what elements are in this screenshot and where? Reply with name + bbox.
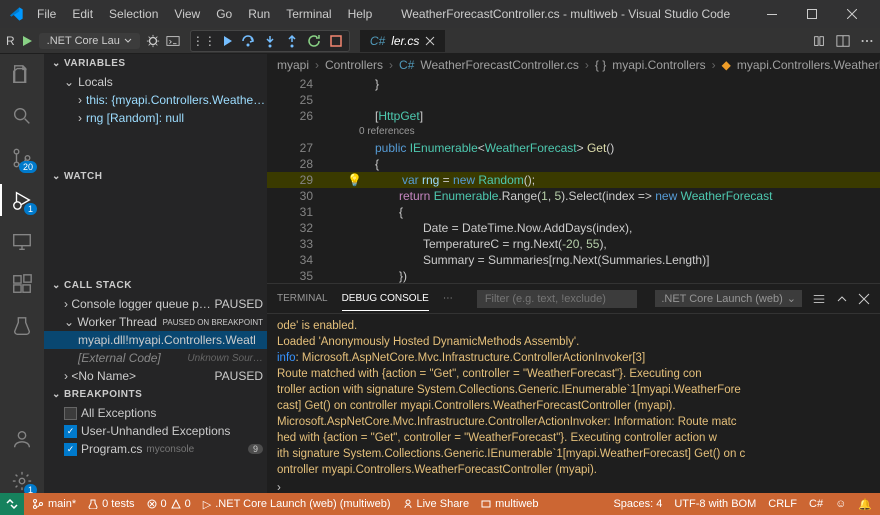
settings-icon[interactable]: 1 (10, 469, 34, 493)
menu-file[interactable]: File (30, 3, 63, 25)
debug-toolbar: R .NET Core Lau ⋮⋮ C# ler.cs (0, 28, 880, 54)
debug-sidebar: ⌄VARIABLES ⌄ Locals › this: {myapi.Contr… (44, 54, 267, 493)
scm-badge: 20 (19, 161, 37, 173)
watch-header[interactable]: ⌄WATCH (44, 167, 267, 186)
panel-tabs: TERMINAL DEBUG CONSOLE ⋯ .NET Core Launc… (267, 284, 880, 314)
remote-icon[interactable] (10, 230, 34, 254)
menu-run[interactable]: Run (241, 3, 277, 25)
menu-view[interactable]: View (167, 3, 207, 25)
variables-header[interactable]: ⌄VARIABLES (44, 54, 267, 73)
more-icon[interactable] (860, 34, 874, 48)
menu-help[interactable]: Help (341, 3, 380, 25)
feedback-icon[interactable]: ☺ (835, 498, 846, 510)
locals-group[interactable]: ⌄ Locals (44, 73, 267, 91)
notifications-icon[interactable]: 🔔 (858, 498, 872, 511)
project[interactable]: multiweb (481, 498, 538, 510)
vscode-logo-icon (8, 6, 24, 22)
step-over-icon[interactable] (241, 34, 255, 48)
debug-session-select[interactable]: .NET Core Launch (web)⌄ (655, 290, 802, 307)
split-editor-icon[interactable] (836, 34, 850, 48)
encoding-status[interactable]: UTF-8 with BOM (674, 498, 756, 510)
menu-terminal[interactable]: Terminal (279, 3, 338, 25)
breadcrumb[interactable]: myapi› Controllers› C#WeatherForecastCon… (267, 54, 880, 76)
clear-icon[interactable] (812, 292, 826, 306)
lang-status[interactable]: C# (809, 498, 823, 510)
callstack-row[interactable]: › <No Name>PAUSED (44, 367, 267, 385)
live-share[interactable]: Live Share (403, 498, 470, 510)
bottom-panel: TERMINAL DEBUG CONSOLE ⋯ .NET Core Launc… (267, 283, 880, 493)
remote-indicator[interactable] (0, 493, 24, 515)
debug-target[interactable]: ▷ .NET Core Launch (web) (multiweb) (203, 498, 391, 511)
step-out-icon[interactable] (285, 34, 299, 48)
callstack-row[interactable]: [External Code]Unknown Sour… (44, 349, 267, 367)
debug-badge: 1 (24, 203, 37, 215)
tests-status[interactable]: 0 tests (88, 498, 134, 510)
chevron-down-icon (124, 37, 132, 45)
run-debug-icon[interactable]: 1 (10, 188, 34, 212)
editor-area: myapi› Controllers› C#WeatherForecastCon… (267, 54, 880, 493)
activity-bar: 20 1 1 (0, 54, 44, 493)
continue-icon[interactable] (219, 34, 233, 48)
restart-icon[interactable] (307, 34, 321, 48)
bp-user-exceptions[interactable]: ✓User-Unhandled Exceptions (44, 422, 267, 440)
code-editor[interactable]: 24} 25 26[HttpGet] 0 references 27public… (267, 76, 880, 283)
problems-status[interactable]: 0 0 (147, 498, 191, 510)
maximize-button[interactable] (792, 0, 832, 28)
accounts-icon[interactable] (10, 427, 34, 451)
editor-tab[interactable]: C# ler.cs (360, 30, 446, 52)
search-icon[interactable] (10, 104, 34, 128)
stop-icon[interactable] (329, 34, 343, 48)
debug-controls: ⋮⋮ (190, 30, 350, 52)
callstack-row[interactable]: › Console logger queue proces…PAUSED (44, 295, 267, 313)
extensions-icon[interactable] (10, 272, 34, 296)
explorer-icon[interactable] (10, 62, 34, 86)
run-prefix: R (6, 34, 15, 48)
debug-console-output[interactable]: ode' is enabled. Loaded 'Anonymously Hos… (267, 314, 880, 493)
variable-rng[interactable]: › rng [Random]: null (44, 109, 267, 127)
test-icon[interactable] (10, 314, 34, 338)
gear-icon[interactable] (146, 34, 160, 48)
bp-all-exceptions[interactable]: All Exceptions (44, 404, 267, 422)
tab-debug-console[interactable]: DEBUG CONSOLE (342, 287, 429, 311)
menu-selection[interactable]: Selection (102, 3, 165, 25)
start-debug-icon[interactable] (21, 35, 33, 47)
indent-status[interactable]: Spaces: 4 (613, 498, 662, 510)
git-branch[interactable]: main* (32, 498, 76, 510)
menu-edit[interactable]: Edit (65, 3, 100, 25)
more-icon[interactable]: ⋯ (443, 293, 453, 304)
close-button[interactable] (832, 0, 872, 28)
tab-terminal[interactable]: TERMINAL (277, 287, 328, 310)
close-panel-icon[interactable] (858, 293, 870, 305)
console-filter-input[interactable] (477, 290, 637, 308)
debug-config-label: .NET Core Lau (47, 35, 120, 47)
codelens[interactable]: 0 references (267, 124, 880, 140)
source-control-icon[interactable]: 20 (10, 146, 34, 170)
checkbox-unchecked[interactable] (64, 407, 77, 420)
debug-config-select[interactable]: .NET Core Lau (39, 33, 140, 49)
variable-this[interactable]: › this: {myapi.Controllers.Weathe… (44, 91, 267, 109)
callstack-row[interactable]: ⌄ Worker ThreadPAUSED ON BREAKPOINT (44, 313, 267, 331)
minimize-button[interactable] (752, 0, 792, 28)
breakpoints-header[interactable]: ⌄BREAKPOINTS (44, 385, 267, 404)
step-into-icon[interactable] (263, 34, 277, 48)
main-menu: File Edit Selection View Go Run Terminal… (30, 3, 379, 25)
debug-console-icon[interactable] (166, 34, 180, 48)
callstack-row-active[interactable]: myapi.dll!myapi.Controllers.Weatl (44, 331, 267, 349)
callstack-header[interactable]: ⌄CALL STACK (44, 276, 267, 295)
bp-program[interactable]: ✓Program.cs myconsole9 (44, 440, 267, 458)
console-prompt[interactable]: › (277, 478, 870, 493)
checkbox-checked[interactable]: ✓ (64, 443, 77, 456)
eol-status[interactable]: CRLF (768, 498, 797, 510)
drag-handle-icon[interactable]: ⋮⋮ (197, 34, 211, 48)
tab-label: ler.cs (391, 34, 419, 48)
title-bar: File Edit Selection View Go Run Terminal… (0, 0, 880, 28)
compare-icon[interactable] (812, 34, 826, 48)
chevron-up-icon[interactable] (836, 293, 848, 305)
settings-badge: 1 (24, 484, 37, 493)
window-title: WeatherForecastController.cs - multiweb … (379, 7, 752, 21)
menu-go[interactable]: Go (209, 3, 239, 25)
close-tab-icon[interactable] (425, 36, 435, 46)
checkbox-checked[interactable]: ✓ (64, 425, 77, 438)
status-bar: main* 0 tests 0 0 ▷ .NET Core Launch (we… (24, 493, 880, 515)
